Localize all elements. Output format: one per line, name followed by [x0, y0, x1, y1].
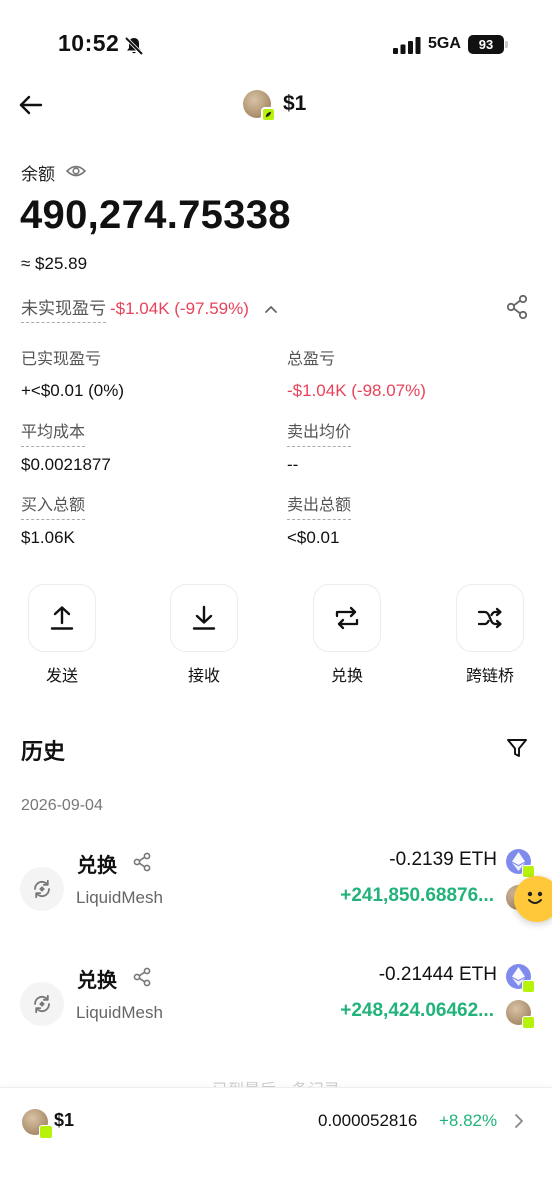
bridge-button[interactable]: 跨链桥: [445, 584, 535, 686]
unrealized-pnl-row[interactable]: 未实现盈亏 -$1.04K (-97.59%): [21, 294, 279, 323]
send-button[interactable]: 发送: [17, 584, 107, 686]
chain-badge-icon: [522, 1016, 535, 1029]
total-pnl-value: -$1.04K (-98.07%): [287, 381, 426, 400]
share-icon[interactable]: [132, 852, 152, 872]
balance-label: 余额: [21, 165, 55, 185]
transaction-row[interactable]: 兑换 LiquidMesh -0.2139 ETH +241,850.68876…: [0, 849, 552, 939]
action-buttons: 发送 接收 兑换 跨链桥: [0, 584, 552, 694]
bottom-token-name: $1: [54, 1110, 75, 1130]
sell-total-value: <$0.01: [287, 528, 340, 547]
upload-icon: [50, 606, 74, 630]
chain-badge-icon: [522, 980, 535, 993]
tx-platform: LiquidMesh: [76, 888, 163, 907]
tx-amount-in: +241,850.68876...: [340, 885, 494, 906]
eye-icon[interactable]: [66, 163, 86, 179]
download-icon: [192, 605, 216, 630]
balance-usd-value: ≈ $25.89: [21, 254, 88, 273]
transaction-row[interactable]: 兑换 LiquidMesh -0.21444 ETH +248,424.0646…: [0, 964, 552, 1054]
average-sell-price[interactable]: 卖出均价 --: [287, 418, 352, 475]
history-title: 历史: [21, 740, 66, 765]
total-pnl-label: 总盈亏: [287, 351, 336, 368]
swap-icon: [335, 606, 359, 630]
swap-button-box[interactable]: [313, 584, 381, 652]
average-cost-value: $0.0021877: [21, 455, 111, 474]
bridge-button-box[interactable]: [456, 584, 524, 652]
tx-platform: LiquidMesh: [76, 1003, 163, 1022]
history-date: 2026-09-04: [21, 797, 103, 814]
tx-type: 兑换: [77, 853, 117, 877]
sell-total[interactable]: 卖出总额 <$0.01: [287, 491, 352, 548]
tx-amount-out: -0.21444 ETH: [378, 964, 497, 985]
buy-total-label: 买入总额: [21, 491, 86, 520]
bridge-icon: [477, 607, 502, 629]
battery-indicator: 93: [468, 35, 504, 54]
swap-tx-icon: [20, 982, 64, 1026]
average-cost[interactable]: 平均成本 $0.0021877: [21, 418, 111, 475]
receive-button[interactable]: 接收: [159, 584, 249, 686]
network-label: 5GA: [428, 35, 461, 52]
bottom-price-change: +8.82%: [439, 1111, 498, 1130]
chevron-up-icon[interactable]: [263, 301, 279, 317]
battery-tip: [505, 41, 508, 48]
share-icon[interactable]: [505, 294, 529, 320]
buy-total-value: $1.06K: [21, 528, 75, 547]
eth-icon: [506, 849, 535, 878]
balance-amount: 490,274.75338: [20, 193, 291, 237]
tx-type: 兑换: [77, 968, 117, 992]
realized-pnl: 已实现盈亏 +<$0.01 (0%): [21, 345, 124, 401]
back-arrow-icon[interactable]: [18, 92, 44, 118]
unrealized-pnl-label: 未实现盈亏: [21, 294, 106, 323]
tx-amount-in: +248,424.06462...: [340, 1000, 494, 1021]
status-time: 10:52: [58, 30, 120, 56]
swap-label: 兑换: [330, 666, 363, 685]
chevron-right-icon[interactable]: [512, 1113, 526, 1129]
share-icon[interactable]: [132, 967, 152, 987]
bottom-price-bar[interactable]: $1 0.000052816 +8.82%: [0, 1087, 552, 1200]
receive-button-box[interactable]: [170, 584, 238, 652]
realized-pnl-value: +<$0.01 (0%): [21, 381, 125, 400]
total-pnl: 总盈亏 -$1.04K (-98.07%): [287, 345, 426, 401]
eth-icon: [506, 964, 535, 993]
filter-icon[interactable]: [506, 737, 528, 759]
send-button-box[interactable]: [28, 584, 96, 652]
average-cost-label: 平均成本: [21, 418, 86, 447]
token-header: $1: [243, 90, 307, 122]
page-title: $1: [283, 92, 307, 115]
chain-badge-icon: [39, 1125, 53, 1139]
average-sell-price-label: 卖出均价: [287, 418, 352, 447]
sell-total-label: 卖出总额: [287, 491, 352, 520]
token-avatar: [22, 1109, 53, 1139]
buy-total[interactable]: 买入总额 $1.06K: [21, 491, 86, 548]
smiley-icon: [527, 891, 543, 904]
token-avatar: [243, 90, 276, 122]
signal-icon: [393, 37, 421, 54]
bottom-token-price: 0.000052816: [318, 1111, 418, 1130]
swap-tx-icon: [20, 867, 64, 911]
status-bar: 10:52 5GA 93: [0, 0, 552, 90]
floating-assistant-button[interactable]: [514, 876, 552, 922]
realized-pnl-label: 已实现盈亏: [21, 351, 102, 368]
swap-button[interactable]: 兑换: [302, 584, 392, 686]
receive-label: 接收: [187, 666, 220, 685]
unrealized-pnl-value: -$1.04K (-97.59%): [110, 298, 249, 318]
chain-badge-icon: [261, 107, 276, 122]
bridge-label: 跨链桥: [465, 666, 514, 685]
token-coin-icon: [506, 1000, 535, 1029]
send-label: 发送: [45, 666, 78, 685]
bell-muted-icon: [124, 36, 144, 56]
tx-amount-out: -0.2139 ETH: [389, 849, 497, 870]
average-sell-price-value: --: [287, 455, 299, 474]
